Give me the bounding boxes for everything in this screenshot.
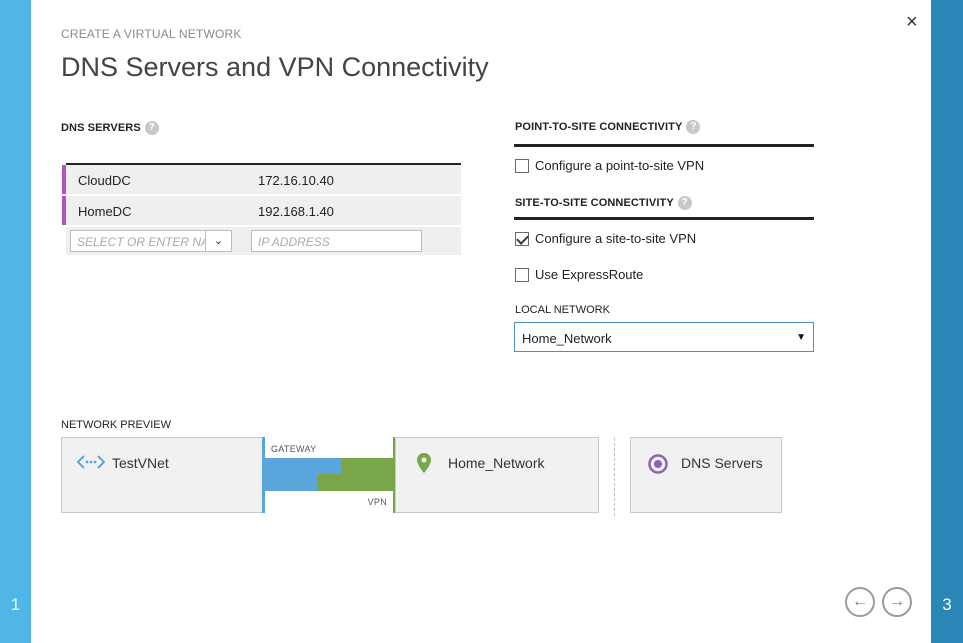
chevron-down-icon[interactable]: ⌄ — [205, 231, 231, 251]
p2s-help-icon[interactable]: ? — [686, 120, 701, 134]
vnet-name: TestVNet — [112, 455, 169, 471]
wizard-dialog: × CREATE A VIRTUAL NETWORK DNS Servers a… — [31, 0, 931, 643]
dns-servers-table: CloudDC 172.16.10.40 HomeDC 192.168.1.40… — [62, 163, 461, 255]
preview-divider — [614, 438, 615, 516]
dns-server-row[interactable]: HomeDC 192.168.1.40 — [62, 196, 461, 225]
expressroute-checkbox[interactable] — [515, 267, 529, 282]
location-pin-icon — [417, 453, 431, 478]
dns-server-name: CloudDC — [78, 173, 131, 188]
dns-servers-heading-text: DNS SERVERS — [61, 122, 141, 134]
dns-server-row[interactable]: CloudDC 172.16.10.40 — [62, 165, 461, 194]
dns-server-name: HomeDC — [78, 204, 132, 219]
expressroute-label: Use ExpressRoute — [535, 267, 644, 282]
gateway-label: GATEWAY — [271, 444, 317, 454]
vnet-preview-box: TestVNet — [61, 437, 263, 513]
s2s-configure-option[interactable]: Configure a site-to-site VPN — [515, 231, 696, 246]
dns-name-combobox[interactable]: SELECT OR ENTER NAME ⌄ — [70, 230, 232, 252]
p2s-configure-option[interactable]: Configure a point-to-site VPN — [515, 158, 704, 173]
gateway-connector: GATEWAY VPN — [262, 437, 396, 513]
dns-servers-icon — [648, 454, 668, 479]
dns-servers-preview-label: DNS Servers — [681, 455, 763, 471]
p2s-heading-text: POINT-TO-SITE CONNECTIVITY — [515, 121, 683, 133]
next-arrow-button[interactable]: → — [882, 587, 912, 617]
vnet-icon — [76, 453, 106, 476]
dropdown-caret-icon: ▼ — [796, 332, 806, 343]
close-icon[interactable]: × — [906, 12, 918, 32]
s2s-configure-label: Configure a site-to-site VPN — [535, 231, 697, 246]
local-network-select[interactable]: Home_Network ▼ — [514, 322, 814, 352]
s2s-configure-checkbox[interactable] — [515, 231, 529, 246]
s2s-heading: SITE-TO-SITE CONNECTIVITY? — [515, 196, 692, 210]
wizard-progress-right: 3 — [931, 0, 963, 643]
p2s-heading: POINT-TO-SITE CONNECTIVITY? — [515, 120, 701, 134]
gateway-overlap-block — [317, 474, 341, 491]
back-arrow-button[interactable]: ← — [845, 587, 875, 617]
wizard-step-label: CREATE A VIRTUAL NETWORK — [61, 27, 242, 41]
network-preview-heading: NETWORK PREVIEW — [61, 419, 172, 431]
local-network-label: LOCAL NETWORK — [515, 304, 610, 316]
local-network-value: Home_Network — [522, 331, 612, 346]
dns-server-ip: 172.16.10.40 — [258, 173, 334, 188]
p2s-rule — [514, 144, 814, 147]
local-network-preview-box: Home_Network — [395, 437, 599, 513]
s2s-help-icon[interactable]: ? — [677, 196, 692, 210]
dns-preview-box: DNS Servers — [630, 437, 782, 513]
dns-new-row: SELECT OR ENTER NAME ⌄ IP ADDRESS — [66, 227, 461, 255]
s2s-rule — [514, 217, 814, 220]
s2s-heading-text: SITE-TO-SITE CONNECTIVITY — [515, 197, 674, 209]
step-number-total: 3 — [942, 595, 952, 614]
p2s-configure-label: Configure a point-to-site VPN — [535, 158, 705, 173]
vpn-label: VPN — [367, 497, 387, 507]
dns-ip-input[interactable]: IP ADDRESS — [251, 230, 422, 252]
step-number-current: 1 — [10, 595, 21, 614]
dns-name-placeholder: SELECT OR ENTER NAME — [77, 235, 205, 249]
dns-server-ip: 192.168.1.40 — [258, 204, 334, 219]
dns-servers-heading: DNS SERVERS? — [61, 121, 159, 135]
dns-help-icon[interactable]: ? — [144, 121, 159, 135]
wizard-progress-left: 1 — [0, 0, 31, 643]
p2s-configure-checkbox[interactable] — [515, 158, 529, 173]
gateway-local-block — [341, 458, 393, 491]
page-title: DNS Servers and VPN Connectivity — [61, 52, 489, 82]
local-network-name: Home_Network — [448, 455, 545, 471]
expressroute-option[interactable]: Use ExpressRoute — [515, 267, 643, 282]
